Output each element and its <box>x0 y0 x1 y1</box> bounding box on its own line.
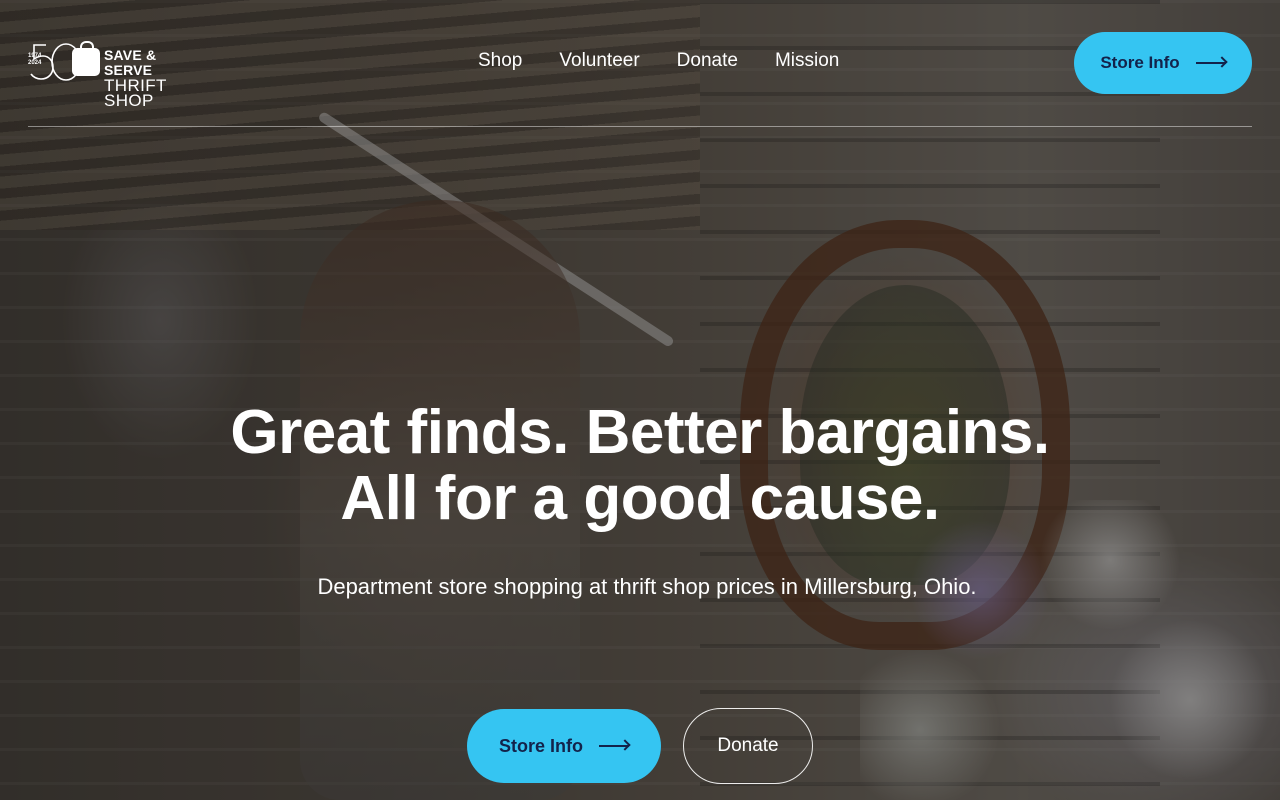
shopping-bag-icon <box>72 41 100 76</box>
site-logo[interactable]: 1974 2024 SAVE & SERVE THRIFT SHOP <box>28 40 208 109</box>
logo-years: 1974 2024 <box>28 53 42 66</box>
hero-section: 1974 2024 SAVE & SERVE THRIFT SHOP Shop … <box>0 0 1280 800</box>
nav-item-donate[interactable]: Donate <box>677 48 738 74</box>
nav-item-volunteer[interactable]: Volunteer <box>559 48 639 74</box>
hero-store-info-label: Store Info <box>499 735 583 756</box>
hero-subtitle: Department store shopping at thrift shop… <box>317 574 977 599</box>
hero-content: Great finds. Better bargains. All for a … <box>0 400 1280 624</box>
hero-store-info-button[interactable]: Store Info <box>467 709 661 783</box>
hero-donate-button[interactable]: Donate <box>683 708 813 784</box>
logo-line1: SAVE & SERVE <box>104 47 157 78</box>
hero-headline: Great finds. Better bargains. All for a … <box>190 400 1090 532</box>
header-store-info-label: Store Info <box>1100 53 1180 72</box>
logo-line2: THRIFT SHOP <box>104 76 167 110</box>
hero-donate-label: Donate <box>717 735 779 756</box>
hero-cta-group: Store Info Donate <box>467 708 813 784</box>
nav-item-mission[interactable]: Mission <box>775 48 839 74</box>
nav-item-shop[interactable]: Shop <box>478 48 522 74</box>
arrow-right-icon <box>599 745 629 747</box>
hero-headline-line1: Great finds. Better bargains. <box>230 398 1050 467</box>
hero-headline-line2: All for a good cause. <box>340 464 940 533</box>
site-header: 1974 2024 SAVE & SERVE THRIFT SHOP Shop … <box>28 0 1252 127</box>
header-store-info-button[interactable]: Store Info <box>1074 32 1252 94</box>
main-nav: Shop Volunteer Donate Mission <box>478 48 876 74</box>
arrow-right-icon <box>1195 62 1226 64</box>
logo-wordmark: SAVE & SERVE THRIFT SHOP <box>104 47 208 110</box>
